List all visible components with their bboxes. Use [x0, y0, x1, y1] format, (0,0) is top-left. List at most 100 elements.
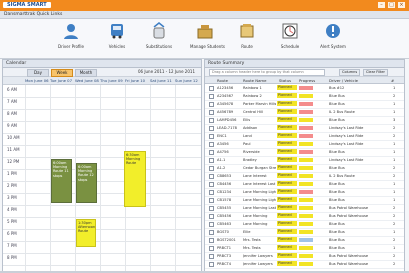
column-header[interactable]: Route [217, 78, 228, 83]
substitutions-label: Substitutions [145, 44, 173, 49]
route-name-cell: Ellie [243, 230, 251, 234]
progress-bar [299, 205, 313, 210]
route-id-cell: LEAD-7178 [217, 126, 237, 130]
alert-system-label: Alert System [320, 44, 346, 49]
alert-system-button[interactable]: Alert System [318, 22, 348, 56]
close-icon[interactable]: × [398, 2, 405, 8]
route-name-cell: Rainbow 2 [243, 94, 262, 98]
count-cell: 2 [393, 174, 396, 178]
vehicles-button[interactable]: Vehicles [102, 22, 132, 56]
driver-cell: Blue Bus [329, 150, 345, 154]
progress-bar [299, 213, 313, 218]
route-id-cell: A4756 [217, 150, 229, 154]
driver-profile-button[interactable]: Driver Profile [56, 22, 86, 56]
driver-cell: Bus Patrol Warehouse [329, 262, 369, 266]
count-cell: 1 [393, 182, 396, 186]
column-header[interactable]: # [391, 78, 394, 83]
route-name-cell: Lane Morning Light Ride [243, 190, 276, 194]
table-row[interactable]: PRBCT4 Jennifer Lawyers Planned Bus Patrol … [205, 260, 404, 269]
alert-icon [326, 24, 340, 38]
appointment[interactable]: 1:30pm Afternoon Route [76, 219, 96, 247]
driver-cell: Blue Bus [329, 246, 345, 250]
route-id-cell: A456789 [217, 110, 234, 114]
row-checkbox[interactable] [209, 246, 214, 251]
vehicles-label: Vehicles [108, 44, 126, 49]
status-badge: Planned [277, 189, 297, 194]
app-window: SIGMA SMART – □ × Dansmarttrak Quick Lin… [0, 0, 409, 273]
route-id-cell: PRBCT4 [217, 262, 232, 266]
route-name-cell: Land [243, 134, 252, 138]
row-checkbox[interactable] [209, 102, 214, 107]
view-day-button[interactable]: Day [27, 69, 49, 77]
progress-bar [299, 261, 313, 266]
driver-cell: Blue Bus [329, 230, 345, 234]
columns-button[interactable]: Columns [339, 69, 361, 76]
row-checkbox[interactable] [209, 238, 214, 243]
route-id-cell: CB5456 [217, 214, 232, 218]
status-badge: Planned [277, 101, 297, 106]
day-header: Sat June 11 [150, 78, 172, 83]
row-checkbox[interactable] [209, 110, 214, 115]
maximize-icon[interactable]: □ [388, 2, 395, 8]
column-header[interactable]: Route Name [243, 78, 266, 83]
substitutions-button[interactable]: Substitutions [144, 22, 174, 56]
row-checkbox[interactable] [209, 206, 214, 211]
row-checkbox[interactable] [209, 150, 214, 155]
column-header[interactable]: Status [279, 78, 291, 83]
route-summary-title: Route Summary [205, 60, 404, 68]
route-name-cell: Paul [243, 142, 251, 146]
grid-toolbar: Drag a column header here to group by th… [205, 68, 404, 77]
appointment[interactable]: 6:30am Morning Route [124, 151, 146, 207]
view-month-button[interactable]: Month [75, 69, 97, 77]
row-checkbox[interactable] [209, 262, 214, 267]
column-header[interactable]: Progress [299, 78, 315, 83]
route-name-cell: Central Hill [243, 110, 263, 114]
quick-links-title: Dansmarttrak Quick Links [4, 12, 63, 17]
date-range-label[interactable]: 06 June 2011 - 12 June 2011 [138, 69, 195, 75]
row-checkbox[interactable] [209, 142, 214, 147]
progress-bar [299, 197, 313, 202]
appointment[interactable]: 6:00am Morning Route 11 stops [51, 159, 72, 203]
schedule-button[interactable]: Schedule [275, 22, 305, 56]
row-checkbox[interactable] [209, 198, 214, 203]
driver-cell: Bus Patrol Warehouse [329, 206, 369, 210]
row-checkbox[interactable] [209, 182, 214, 187]
status-badge: Planned [277, 93, 297, 98]
row-checkbox[interactable] [209, 86, 214, 91]
calendar-grid[interactable]: 6 AM 7 AM 8 AM 9 AM 10 AM 11 AM 12 PM 1 … [3, 85, 201, 271]
group-by-area[interactable]: Drag a column header here to group by th… [209, 69, 325, 76]
row-checkbox[interactable] [209, 230, 214, 235]
column-header[interactable]: Driver / Vehicle [329, 78, 358, 83]
row-checkbox[interactable] [209, 190, 214, 195]
minimize-icon[interactable]: – [378, 2, 385, 8]
bus-icon [111, 24, 123, 39]
row-checkbox[interactable] [209, 222, 214, 227]
manage-students-button[interactable]: Manage Students [190, 22, 225, 56]
row-checkbox[interactable] [209, 94, 214, 99]
row-checkbox[interactable] [209, 166, 214, 171]
progress-bar [299, 109, 313, 114]
view-week-button[interactable]: Week [51, 69, 73, 77]
row-checkbox[interactable] [209, 126, 214, 131]
status-badge: Planned [277, 253, 297, 258]
route-id-cell: A1-2 [217, 166, 226, 170]
status-badge: Planned [277, 165, 297, 170]
route-name-cell: Parker Marvin Hills [243, 102, 276, 106]
row-checkbox[interactable] [209, 174, 214, 179]
status-badge: Planned [277, 157, 297, 162]
status-badge: Planned [277, 109, 297, 114]
route-button[interactable]: Route [232, 22, 262, 56]
route-id-cell: A234567 [217, 94, 234, 98]
row-checkbox[interactable] [209, 134, 214, 139]
row-checkbox[interactable] [209, 254, 214, 259]
clear-filter-button[interactable]: Clear Filter [363, 69, 388, 76]
title-bar: SIGMA SMART – □ × [0, 0, 409, 11]
row-checkbox[interactable] [209, 118, 214, 123]
row-checkbox[interactable] [209, 214, 214, 219]
appointment[interactable]: 6:00am Morning Route 12 stops [76, 163, 97, 203]
progress-bar [299, 125, 313, 130]
driver-cell: Lindsay's Last Ride [329, 142, 364, 146]
row-checkbox[interactable] [209, 158, 214, 163]
progress-bar [299, 101, 313, 106]
hour-label: 6 AM [7, 87, 18, 92]
